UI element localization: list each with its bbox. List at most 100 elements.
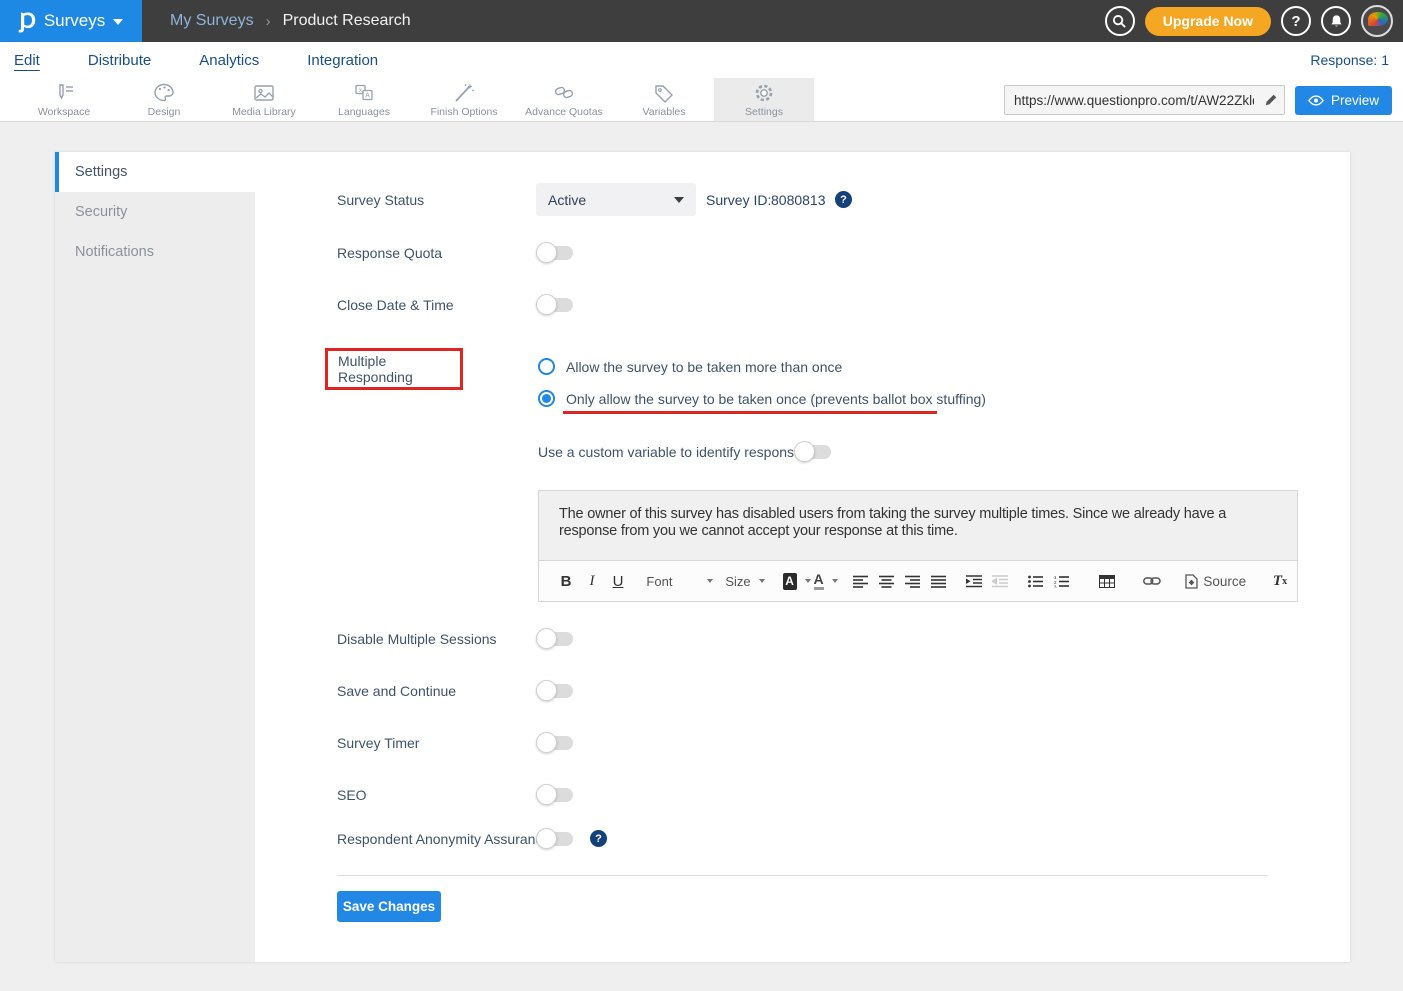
ribbon-tab-settings[interactable]: Settings [714, 78, 814, 121]
ribbon-tab-label: Variables [643, 106, 686, 118]
close-date-toggle[interactable] [538, 298, 573, 312]
seo-label: SEO [337, 787, 367, 803]
bell-icon [1329, 14, 1344, 29]
justify-button[interactable] [928, 568, 950, 594]
toggle-knob [794, 441, 815, 462]
settings-card: Settings Security Notifications Survey S… [55, 152, 1350, 962]
tab-distribute[interactable]: Distribute [88, 52, 151, 69]
ribbon-tab-variables[interactable]: Variables [614, 78, 714, 121]
advance-quotas-chain-icon [552, 82, 576, 104]
ribbon-tab-label: Workspace [38, 106, 90, 118]
preview-button-label: Preview [1331, 93, 1379, 108]
size-dropdown[interactable]: Size [721, 568, 769, 594]
align-right-icon [905, 575, 920, 588]
tab-analytics[interactable]: Analytics [199, 52, 259, 69]
question-mark-icon: ? [1291, 13, 1300, 30]
ballot-message-editor: The owner of this survey has disabled us… [538, 490, 1298, 602]
source-button[interactable]: Source [1185, 568, 1246, 594]
breadcrumb-my-surveys[interactable]: My Surveys [170, 12, 254, 30]
source-button-label: Source [1203, 574, 1246, 589]
custom-variable-label: Use a custom variable to identify respon… [538, 444, 809, 460]
text-color-button[interactable]: A [815, 568, 837, 594]
align-left-button[interactable] [850, 568, 872, 594]
ballot-message-text[interactable]: The owner of this survey has disabled us… [539, 491, 1297, 561]
save-continue-toggle[interactable] [538, 684, 573, 698]
ribbon-tab-label: Settings [745, 106, 783, 118]
response-quota-toggle[interactable] [538, 246, 573, 260]
numbered-list-button[interactable]: 123 [1051, 568, 1073, 594]
ribbon-tab-workspace[interactable]: Workspace [14, 78, 114, 121]
radio-selected-icon [538, 390, 555, 407]
disable-sessions-toggle[interactable] [538, 632, 573, 646]
chevron-down-icon [674, 197, 684, 203]
seo-toggle[interactable] [538, 788, 573, 802]
ribbon-right-actions: Preview [1004, 78, 1392, 122]
help-button[interactable]: ? [1281, 6, 1311, 36]
insert-table-button[interactable] [1096, 568, 1118, 594]
preview-button[interactable]: Preview [1295, 86, 1392, 115]
svg-text:A: A [365, 92, 370, 99]
tab-edit[interactable]: Edit [14, 52, 40, 69]
multiple-responding-label: Multiple Responding [338, 353, 460, 385]
eye-icon [1308, 95, 1324, 106]
upgrade-now-button[interactable]: Upgrade Now [1145, 7, 1271, 36]
ribbon-tab-design[interactable]: Design [114, 78, 214, 121]
toggle-knob [536, 680, 557, 701]
tab-integration[interactable]: Integration [307, 52, 378, 69]
edit-ribbon: Workspace Design Media Library Ax Langua… [0, 78, 1403, 122]
anonymity-help-icon[interactable]: ? [590, 830, 607, 847]
notifications-button[interactable] [1321, 6, 1351, 36]
design-palette-icon [152, 82, 176, 104]
chevron-down-icon [113, 19, 123, 25]
user-avatar[interactable] [1361, 5, 1393, 37]
align-center-button[interactable] [876, 568, 898, 594]
survey-url-box [1004, 85, 1285, 115]
survey-status-select[interactable]: Active [536, 183, 696, 216]
background-color-button[interactable]: A [783, 568, 811, 594]
font-dropdown[interactable]: Font [642, 568, 717, 594]
survey-timer-toggle[interactable] [538, 736, 573, 750]
media-library-icon [252, 82, 276, 104]
align-right-button[interactable] [902, 568, 924, 594]
disable-sessions-label: Disable Multiple Sessions [337, 631, 497, 647]
bullet-list-icon [1028, 575, 1043, 588]
radio-allow-multiple[interactable]: Allow the survey to be taken more than o… [538, 358, 842, 375]
ribbon-tab-languages[interactable]: Ax Languages [314, 78, 414, 121]
multiple-responding-highlight: Multiple Responding [325, 348, 463, 390]
remove-format-button[interactable]: Tx [1269, 568, 1291, 594]
response-count[interactable]: Response: 1 [1310, 52, 1389, 68]
save-changes-button[interactable]: Save Changes [337, 891, 441, 922]
outdent-button[interactable] [989, 568, 1011, 594]
italic-button[interactable]: I [581, 568, 603, 594]
survey-id-help-icon[interactable]: ? [835, 191, 852, 208]
bold-button[interactable]: B [555, 568, 577, 594]
survey-url-input[interactable] [1005, 86, 1258, 114]
underline-button[interactable]: U [607, 568, 629, 594]
chevron-down-icon [805, 579, 811, 583]
edit-url-button[interactable] [1258, 86, 1284, 114]
indent-button[interactable] [963, 568, 985, 594]
search-button[interactable] [1105, 6, 1135, 36]
bullet-list-button[interactable] [1025, 568, 1047, 594]
ribbon-tab-label: Media Library [232, 106, 296, 118]
ribbon-tab-finish-options[interactable]: Finish Options [414, 78, 514, 121]
ribbon-tab-advance-quotas[interactable]: Advance Quotas [514, 78, 614, 121]
ribbon-tab-label: Design [148, 106, 181, 118]
custom-variable-toggle[interactable] [796, 445, 831, 459]
question-mark-icon: ? [840, 194, 847, 206]
link-icon [1143, 576, 1161, 586]
topbar-actions: Upgrade Now ? [1105, 0, 1393, 42]
chevron-down-icon [707, 579, 713, 583]
toggle-knob [536, 732, 557, 753]
radio-only-once[interactable]: Only allow the survey to be taken once (… [538, 390, 986, 407]
bottom-divider [337, 875, 1268, 876]
ribbon-tab-media-library[interactable]: Media Library [214, 78, 314, 121]
anonymity-toggle[interactable] [538, 832, 573, 846]
insert-link-button[interactable] [1141, 568, 1163, 594]
ribbon-tab-label: Finish Options [430, 106, 497, 118]
survey-id-label: Survey ID: [706, 192, 771, 208]
pencil-icon [1264, 93, 1278, 107]
size-dropdown-label: Size [725, 574, 750, 589]
radio-allow-multiple-label: Allow the survey to be taken more than o… [566, 359, 842, 375]
app-logo[interactable]: Ɋ Surveys [0, 0, 142, 42]
